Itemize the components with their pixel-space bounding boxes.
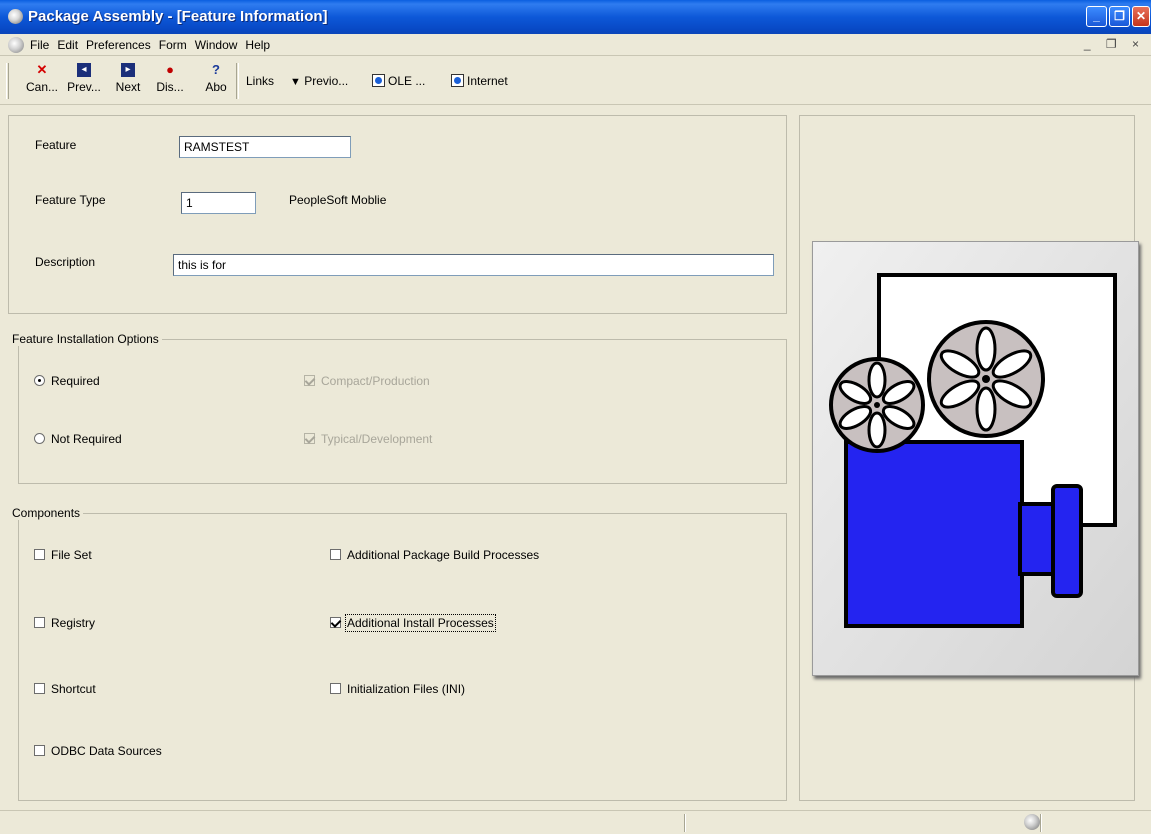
menu-form[interactable]: Form	[159, 38, 187, 52]
components-group: Components File Set Registry Shortcut OD…	[9, 506, 787, 801]
mdi-window-controls[interactable]: _ ❐ ×	[1084, 37, 1145, 51]
checkbox-empty-icon	[34, 617, 45, 628]
status-bar	[0, 810, 1151, 834]
links-label: Links	[246, 74, 275, 88]
checkbox-empty-icon	[330, 683, 341, 694]
display-icon: ●	[166, 62, 174, 77]
about-button[interactable]: ? Abo	[198, 63, 234, 101]
film-projector-icon	[829, 273, 1117, 628]
menu-file[interactable]: File	[30, 38, 49, 52]
checkbox-empty-icon	[330, 549, 341, 560]
cancel-label: Can...	[25, 80, 58, 94]
checkbox-empty-icon	[34, 745, 45, 756]
next-button[interactable]: ▸ Next	[110, 63, 146, 101]
odbc-data-sources-checkbox[interactable]: ODBC Data Sources	[34, 744, 162, 758]
not-required-radio[interactable]: Not Required	[34, 432, 122, 446]
previous-arrow-icon: ◂	[77, 63, 91, 77]
checkbox-checked-icon	[304, 375, 315, 386]
radio-selected-icon	[34, 375, 45, 386]
checkbox-empty-icon	[34, 549, 45, 560]
toolbar-separator	[236, 63, 239, 99]
feature-type-description: PeopleSoft Moblie	[289, 193, 387, 207]
menu-preferences[interactable]: Preferences	[86, 38, 151, 52]
previous-button[interactable]: ◂ Prev...	[64, 63, 104, 101]
ole-icon	[372, 74, 385, 87]
feature-type-input[interactable]	[181, 192, 256, 214]
window-title: Package Assembly - [Feature Information]	[28, 8, 328, 25]
status-separator	[1040, 814, 1042, 832]
display-label: Dis...	[156, 80, 184, 94]
additional-install-processes-checkbox[interactable]: Additional Install Processes	[330, 614, 496, 632]
odbc-data-sources-label: ODBC Data Sources	[51, 744, 162, 758]
app-globe-icon	[8, 9, 23, 24]
feature-info-panel: Feature Feature Type PeopleSoft Moblie D…	[8, 115, 787, 314]
links-menu[interactable]: Links	[246, 74, 274, 88]
ini-files-label: Initialization Files (INI)	[347, 682, 466, 696]
title-bar: Package Assembly - [Feature Information]…	[0, 0, 1151, 34]
additional-install-processes-label: Additional Install Processes	[345, 614, 496, 632]
compact-production-label: Compact/Production	[321, 374, 430, 388]
status-globe-icon	[1024, 814, 1040, 830]
next-label: Next	[115, 80, 141, 94]
typical-development-checkbox: Typical/Development	[304, 432, 432, 446]
cancel-x-icon: ✕	[36, 62, 48, 77]
previous-label: Prev...	[67, 80, 101, 94]
checkbox-checked-icon	[330, 617, 341, 628]
previous-link-menu[interactable]: ▼ Previo...	[290, 74, 348, 88]
ole-label: OLE ...	[388, 74, 426, 88]
internet-icon	[451, 74, 464, 87]
cancel-button[interactable]: ✕ Can...	[22, 63, 62, 101]
menu-help[interactable]: Help	[245, 38, 270, 52]
components-title: Components	[9, 506, 84, 520]
ini-files-checkbox[interactable]: Initialization Files (INI)	[330, 682, 465, 696]
close-button[interactable]: ✕	[1132, 6, 1150, 27]
radio-unselected-icon	[34, 433, 45, 444]
compact-production-checkbox: Compact/Production	[304, 374, 430, 388]
about-help-icon: ?	[212, 62, 220, 77]
description-label: Description	[35, 255, 96, 269]
dropdown-arrow-icon: ▼	[290, 76, 301, 88]
description-input[interactable]	[173, 254, 774, 276]
checkbox-checked-icon	[304, 433, 315, 444]
additional-build-processes-label: Additional Package Build Processes	[347, 548, 540, 562]
internet-button[interactable]: Internet	[451, 74, 508, 88]
next-arrow-icon: ▸	[121, 63, 135, 77]
feature-input[interactable]	[179, 136, 351, 158]
internet-label: Internet	[467, 74, 508, 88]
display-button[interactable]: ● Dis...	[150, 63, 190, 101]
typical-development-label: Typical/Development	[321, 432, 433, 446]
checkbox-empty-icon	[34, 683, 45, 694]
ole-button[interactable]: OLE ...	[372, 74, 425, 88]
status-separator	[684, 814, 686, 832]
toolbar-grip[interactable]	[6, 63, 9, 99]
menu-window[interactable]: Window	[195, 38, 238, 52]
installation-options-group: Feature Installation Options Required No…	[9, 332, 787, 484]
about-label: Abo	[205, 80, 227, 94]
toolbar: ✕ Can... ◂ Prev... ▸ Next ● Dis... ? Abo…	[0, 57, 1151, 105]
not-required-label: Not Required	[51, 432, 122, 446]
registry-checkbox[interactable]: Registry	[34, 616, 95, 630]
minimize-button[interactable]: _	[1086, 6, 1107, 27]
required-label: Required	[51, 374, 100, 388]
restore-button[interactable]: ❐	[1109, 6, 1130, 27]
feature-label: Feature	[35, 138, 77, 152]
document-globe-icon[interactable]	[8, 37, 24, 53]
installation-options-title: Feature Installation Options	[9, 332, 162, 346]
shortcut-label: Shortcut	[51, 682, 96, 696]
menu-bar: File Edit Preferences Form Window Help _…	[0, 34, 1151, 56]
feature-type-label: Feature Type	[35, 193, 106, 207]
registry-label: Registry	[51, 616, 96, 630]
feature-image-frame	[812, 241, 1139, 676]
required-radio[interactable]: Required	[34, 374, 100, 388]
shortcut-checkbox[interactable]: Shortcut	[34, 682, 96, 696]
previous-link-label: Previo...	[304, 74, 349, 88]
file-set-label: File Set	[51, 548, 92, 562]
menu-edit[interactable]: Edit	[57, 38, 78, 52]
additional-build-processes-checkbox[interactable]: Additional Package Build Processes	[330, 548, 539, 562]
file-set-checkbox[interactable]: File Set	[34, 548, 92, 562]
